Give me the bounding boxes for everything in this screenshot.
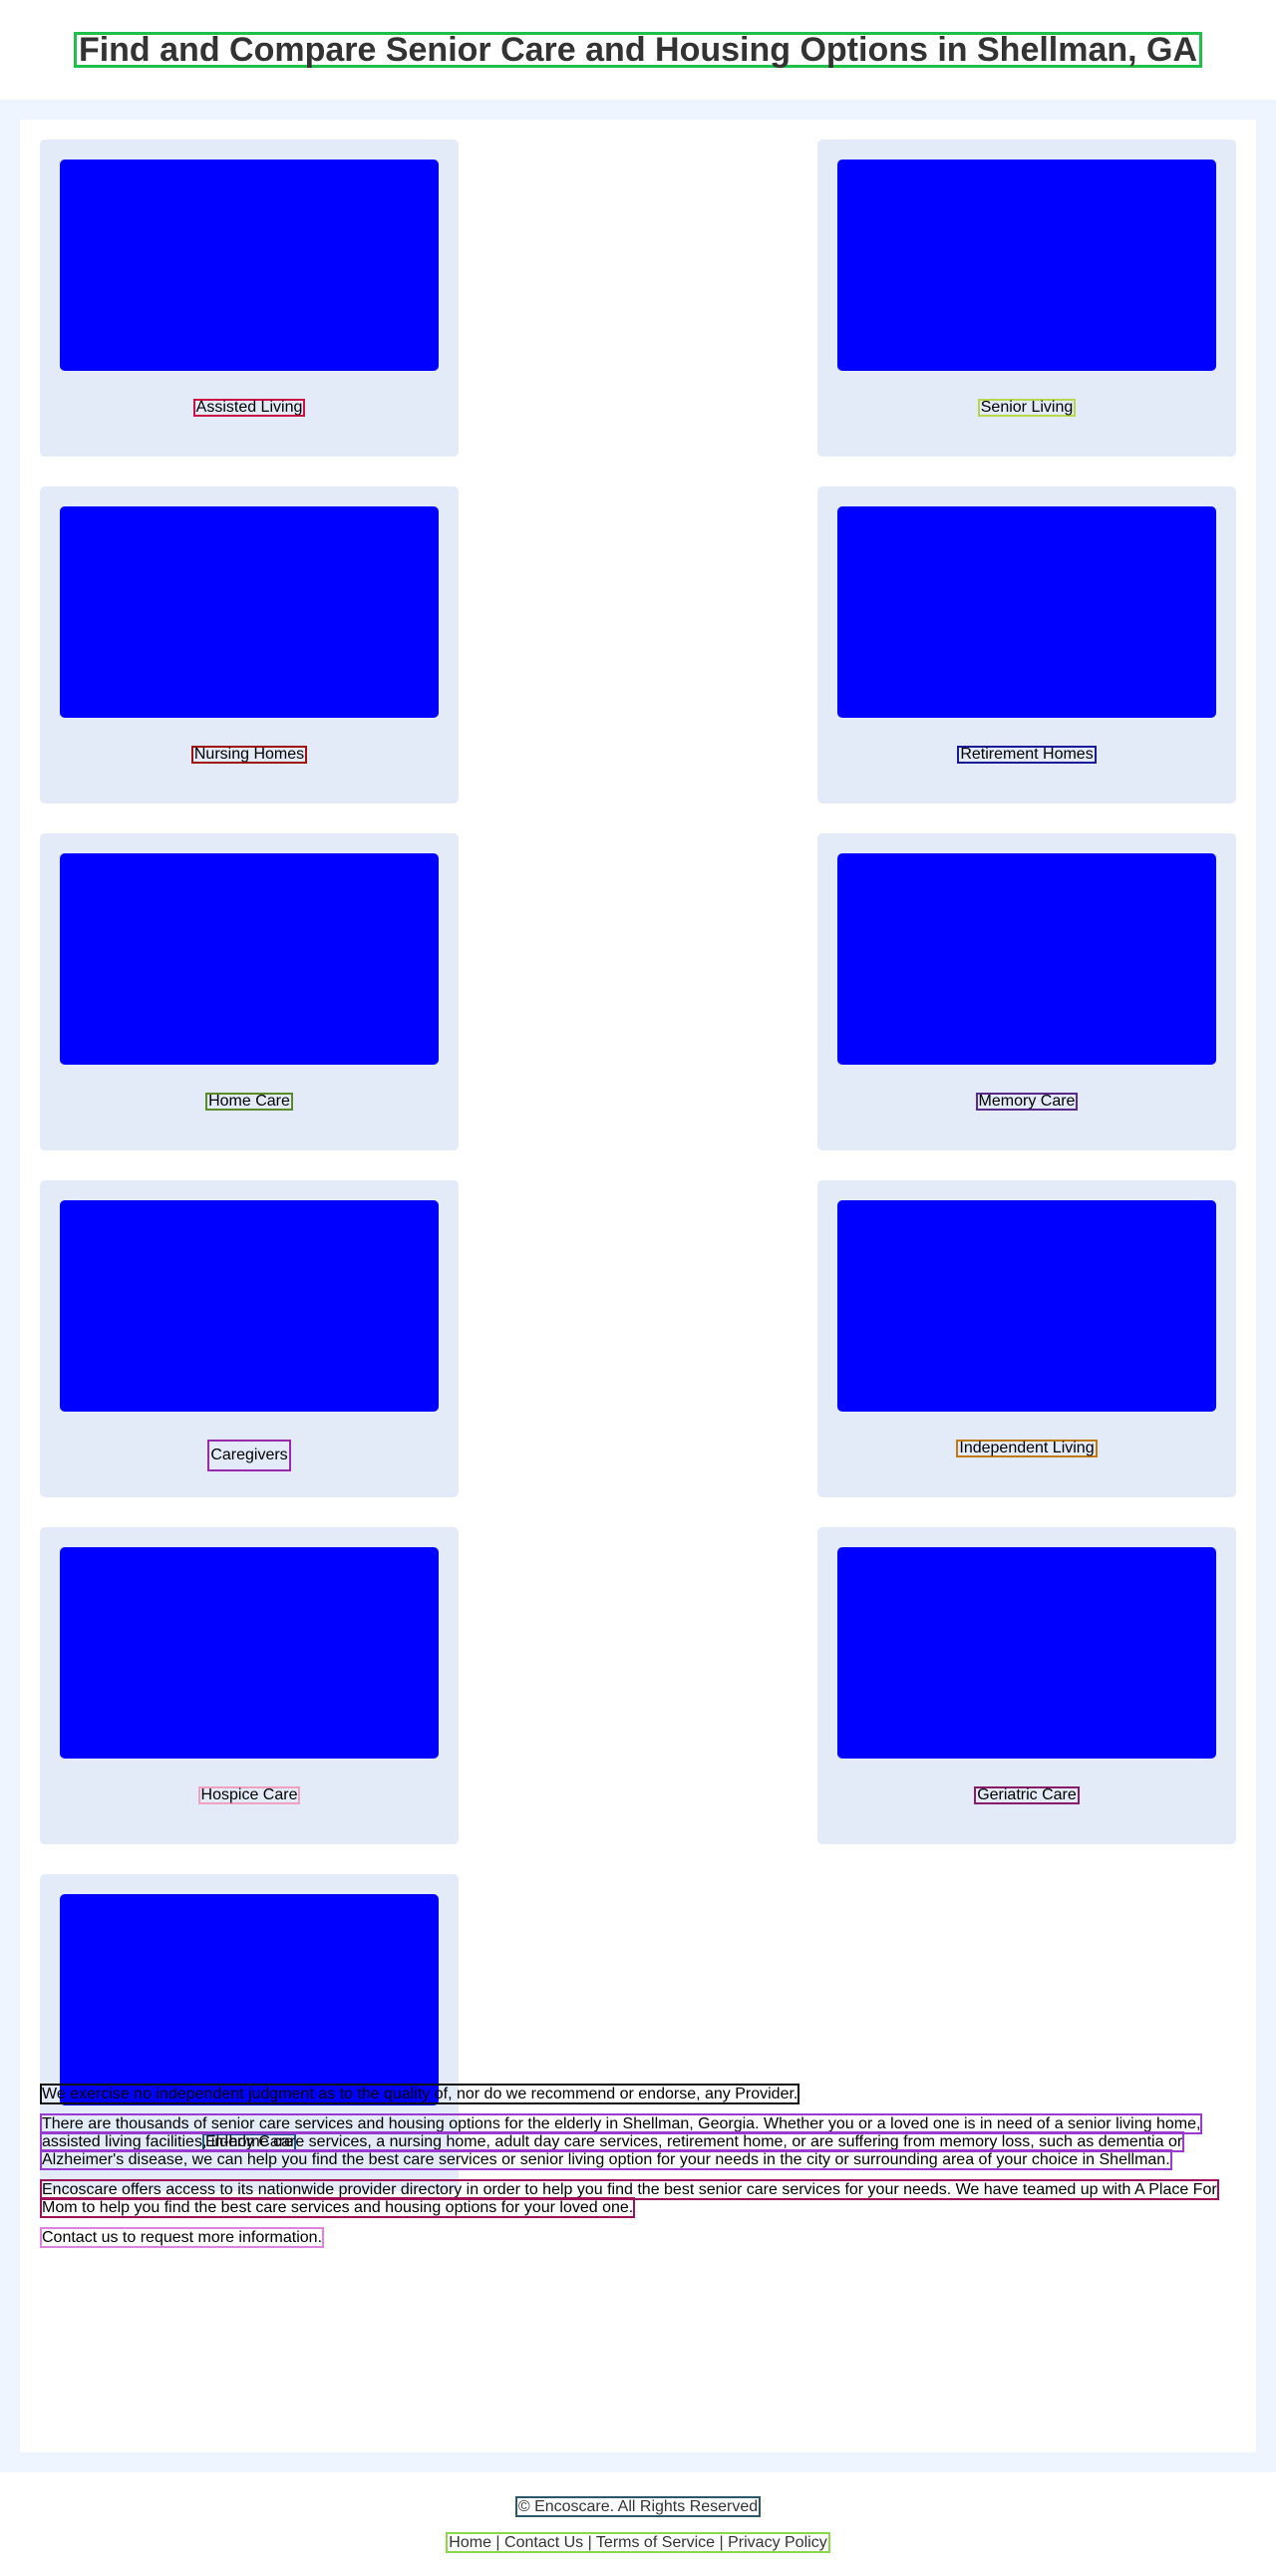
care-card-image[interactable] <box>60 1894 439 2105</box>
page-footer: © Encoscare. All Rights Reserved Home | … <box>0 2472 1276 2576</box>
care-card-label[interactable]: Independent Living <box>817 1440 1236 1457</box>
care-card-image[interactable] <box>60 853 439 1065</box>
care-card-memory-care[interactable]: Memory Care <box>817 833 1236 1150</box>
care-card-image[interactable] <box>60 1200 439 1412</box>
care-card-nursing-homes[interactable]: Nursing Homes <box>40 486 459 804</box>
disclaimer-text: We exercise no independent judgment as t… <box>40 2084 800 2104</box>
care-card-image[interactable] <box>837 506 1216 718</box>
care-card-image[interactable] <box>837 160 1216 371</box>
care-card-label[interactable]: Hospice Care <box>40 1786 459 1804</box>
care-card-image[interactable] <box>60 506 439 718</box>
care-card-label[interactable]: Caregivers <box>40 1440 459 1471</box>
care-card-hospice-care[interactable]: Hospice Care <box>40 1527 459 1844</box>
care-card-label[interactable]: Assisted Living <box>40 399 459 417</box>
care-card-label[interactable]: Nursing Homes <box>40 746 459 764</box>
offers-paragraph: Encoscare offers access to its nationwid… <box>40 2179 1219 2218</box>
care-card-label[interactable]: Geriatric Care <box>817 1786 1236 1804</box>
care-card-independent-living[interactable]: Independent Living <box>817 1180 1236 1497</box>
care-card-label[interactable]: Memory Care <box>817 1093 1236 1111</box>
care-card-assisted-living[interactable]: Assisted Living <box>40 140 459 457</box>
care-card-image[interactable] <box>60 1547 439 1759</box>
care-card-label[interactable]: Senior Living <box>817 399 1236 417</box>
care-card-image[interactable] <box>837 1200 1216 1412</box>
page-header: Find and Compare Senior Care and Housing… <box>0 0 1276 100</box>
copyright-text: © Encoscare. All Rights Reserved <box>0 2496 1276 2517</box>
main-content: Assisted Living Senior Living Nursing Home… <box>20 120 1256 2452</box>
care-card-caregivers[interactable]: Caregivers <box>40 1180 459 1497</box>
intro-paragraph: There are thousands of senior care servi… <box>40 2113 1203 2170</box>
footer-links[interactable]: Home | Contact Us | Terms of Service | P… <box>0 2532 1276 2553</box>
care-card-image[interactable] <box>60 160 439 371</box>
contact-text[interactable]: Contact us to request more information. <box>40 2227 1236 2248</box>
care-card-retirement-homes[interactable]: Retirement Homes <box>817 486 1236 804</box>
care-card-geriatric-care[interactable]: Geriatric Care <box>817 1527 1236 1844</box>
care-card-senior-living[interactable]: Senior Living <box>817 140 1236 457</box>
care-card-image[interactable] <box>837 853 1216 1065</box>
care-card-image[interactable] <box>837 1547 1216 1759</box>
page-title: Find and Compare Senior Care and Housing… <box>73 32 1203 68</box>
info-section: We exercise no independent judgment as t… <box>40 2084 1236 2259</box>
care-card-label[interactable]: Retirement Homes <box>817 746 1236 764</box>
care-card-home-care[interactable]: Home Care <box>40 833 459 1150</box>
care-card-label[interactable]: Home Care <box>40 1093 459 1111</box>
